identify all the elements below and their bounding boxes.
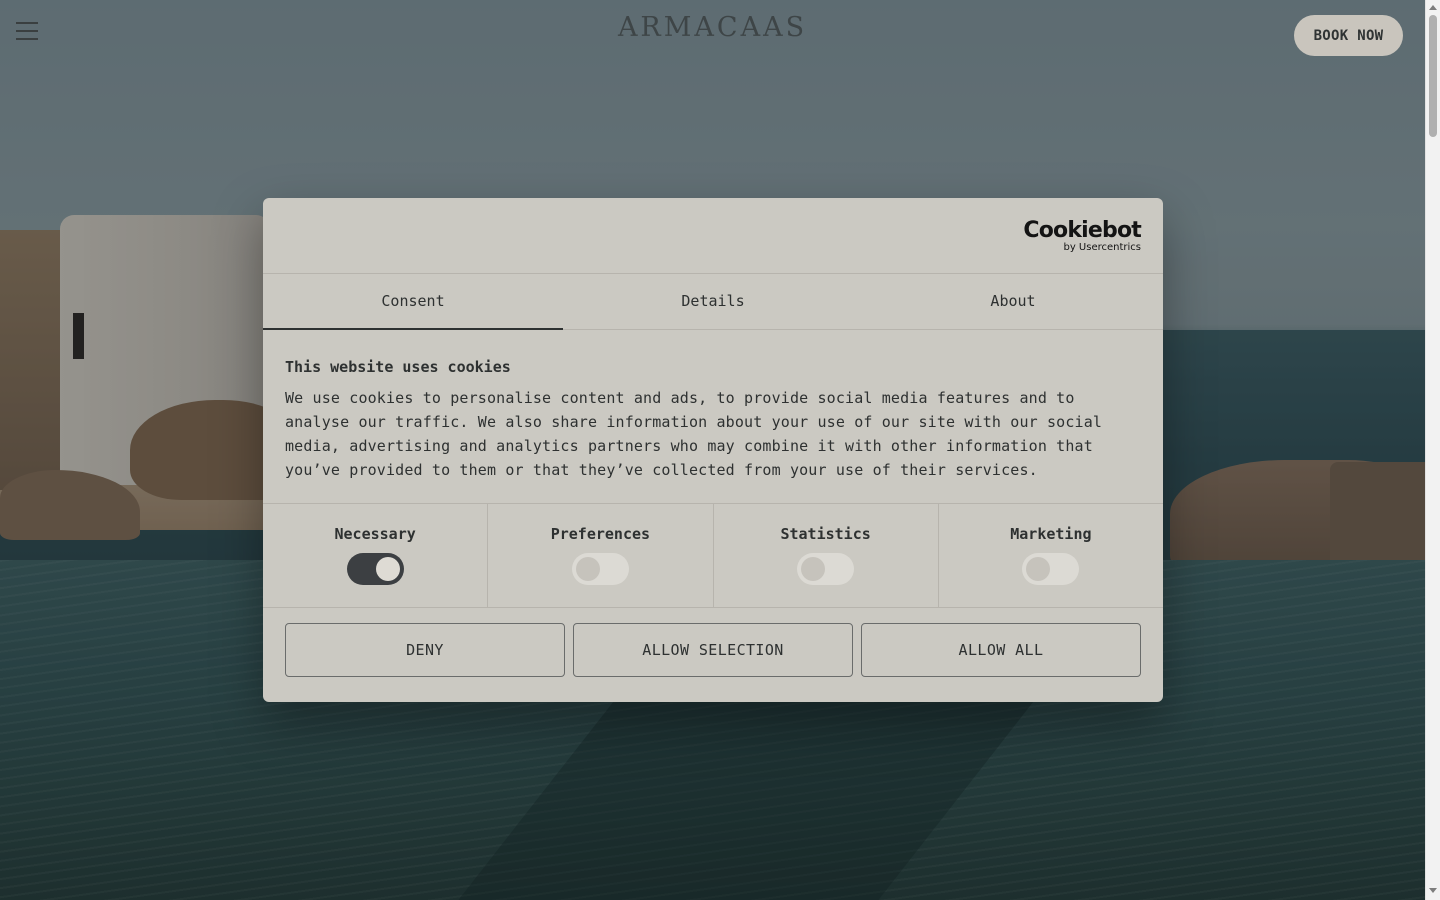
category-necessary: Necessary: [263, 504, 489, 607]
category-label: Marketing: [1010, 525, 1092, 543]
scroll-thumb[interactable]: [1429, 15, 1437, 137]
allow-all-button[interactable]: ALLOW ALL: [861, 623, 1141, 677]
category-label: Preferences: [550, 525, 651, 543]
toggle-knob: [375, 557, 400, 581]
scroll-down-arrow-icon[interactable]: [1429, 888, 1437, 893]
preferences-toggle[interactable]: [571, 553, 629, 585]
tab-about[interactable]: About: [863, 274, 1163, 329]
cookie-consent-dialog: Cookiebot by Usercentrics Consent Detail…: [263, 198, 1163, 702]
allow-selection-button[interactable]: ALLOW SELECTION: [573, 623, 853, 677]
category-statistics: Statistics: [714, 504, 939, 607]
site-logo[interactable]: ARMACAAS: [590, 12, 835, 43]
category-preferences: Preferences: [488, 504, 714, 607]
deny-button[interactable]: DENY: [285, 623, 565, 677]
category-marketing: Marketing: [939, 504, 1163, 607]
tab-details[interactable]: Details: [563, 274, 863, 329]
toggle-knob: [801, 557, 826, 581]
toggle-knob: [575, 557, 600, 581]
menu-icon[interactable]: [16, 20, 38, 42]
tab-consent[interactable]: Consent: [263, 274, 563, 330]
consent-description: We use cookies to personalise content an…: [285, 389, 1103, 479]
dialog-header: Cookiebot by Usercentrics: [263, 198, 1163, 274]
cookiebot-logo-name: Cookiebot: [1023, 218, 1141, 243]
cookiebot-logo-sub: by Usercentrics: [1063, 242, 1141, 253]
dialog-actions: DENY ALLOW SELECTION ALLOW ALL: [263, 608, 1163, 677]
scrollbar[interactable]: [1425, 0, 1440, 900]
cookie-categories: Necessary Preferences Statistics Marketi…: [263, 504, 1163, 608]
scroll-up-arrow-icon[interactable]: [1429, 5, 1437, 10]
statistics-toggle[interactable]: [797, 553, 855, 585]
marketing-toggle[interactable]: [1022, 553, 1080, 585]
consent-title: This website uses cookies: [285, 358, 511, 376]
toggle-knob: [1026, 557, 1051, 581]
cookiebot-logo[interactable]: Cookiebot by Usercentrics: [1023, 218, 1141, 254]
book-now-button[interactable]: BOOK NOW: [1294, 15, 1403, 56]
necessary-toggle[interactable]: [346, 553, 404, 585]
category-label: Statistics: [780, 525, 871, 543]
dialog-tabs: Consent Details About: [263, 274, 1163, 330]
category-label: Necessary: [334, 525, 416, 543]
consent-body: This website uses cookies We use cookies…: [263, 330, 1163, 504]
